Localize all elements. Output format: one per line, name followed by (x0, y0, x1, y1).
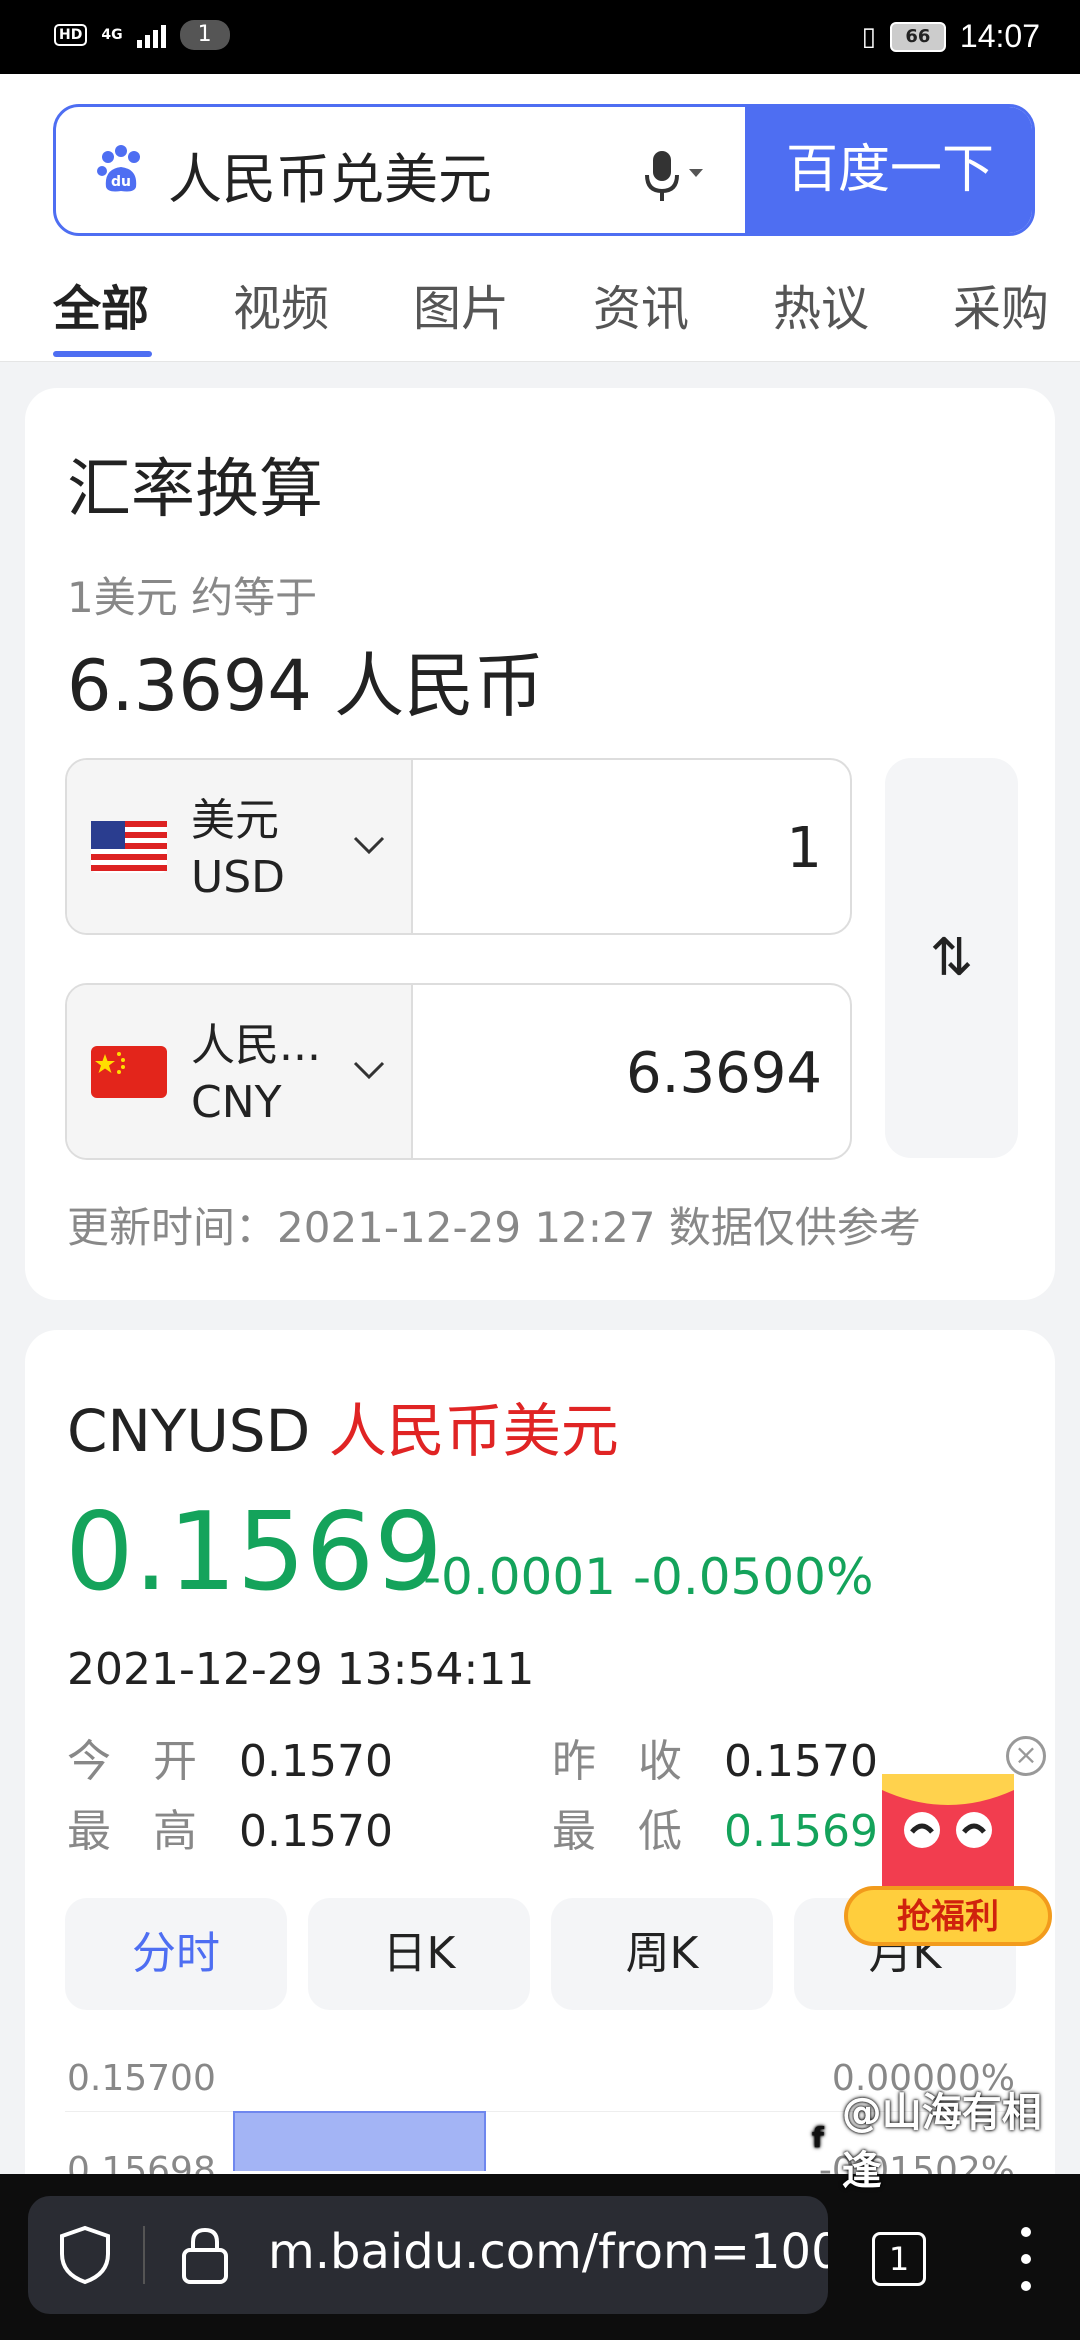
to-currency-name: 人民... (191, 1020, 321, 1071)
tab-purchase[interactable]: 采购 (953, 269, 1049, 339)
tab-video[interactable]: 视频 (233, 269, 329, 339)
stat-label: 最高 (67, 1806, 239, 1857)
currency-converter-card: 汇率换算 1美元 约等于 6.3694 人民币 美元 USD 1 人民... C… (25, 388, 1055, 1300)
converter-rate: 6.3694 人民币 (67, 645, 545, 727)
promo-label: 抢福利 (897, 1897, 999, 1937)
chart-area (233, 2111, 486, 2171)
tab-discussion[interactable]: 热议 (773, 269, 869, 339)
from-amount-input[interactable]: 1 (786, 816, 822, 881)
watermark-text: @山海有相逢 (841, 2090, 1042, 2194)
quote-timestamp: 2021-12-29 13:54:11 (67, 1644, 535, 1695)
from-currency-row: 美元 USD 1 (65, 758, 852, 935)
to-amount-input[interactable]: 6.3694 (626, 1041, 822, 1106)
quote-symbol: CNYUSD (67, 1397, 311, 1465)
stat-label: 昨收 (552, 1736, 724, 1787)
from-currency-select[interactable]: 美元 USD (67, 760, 413, 933)
chevron-down-icon (353, 836, 385, 855)
stat-prev-close: 昨收0.1570 (552, 1725, 878, 1789)
microphone-icon[interactable] (641, 145, 711, 205)
stat-low: 最低0.1569 (552, 1795, 878, 1859)
tab-daily-k[interactable]: 日K (308, 1898, 530, 2010)
vibrate-icon: ▯ (861, 21, 876, 52)
network-type: 4G (101, 27, 123, 43)
quote-price: 0.1569 (65, 1490, 443, 1615)
divider (0, 361, 1080, 362)
signal-icon (136, 22, 166, 48)
lock-icon (182, 2227, 228, 2284)
category-tabs: 全部 视频 图片 资讯 热议 采购 (0, 269, 1080, 359)
quote-title: CNYUSD 人民币美元 (67, 1384, 619, 1468)
to-currency-select[interactable]: 人民... CNY (67, 985, 413, 1158)
red-envelope-promo[interactable]: 抢福利 (842, 1770, 1054, 1950)
stat-label: 最低 (552, 1806, 724, 1857)
search-input[interactable]: 人民币兑美元 (168, 135, 492, 214)
tab-switcher-button[interactable]: 1 (872, 2232, 926, 2286)
address-bar[interactable]: m.baidu.com/from=1000 (28, 2196, 828, 2314)
divider (143, 2226, 145, 2284)
tab-images[interactable]: 图片 (413, 269, 509, 339)
more-menu-icon[interactable] (1020, 2224, 1032, 2294)
china-flag-icon (91, 1046, 167, 1098)
hd-voice-icon: HD (54, 24, 88, 46)
quote-change: -0.0001 (423, 1548, 616, 1606)
y-axis-label: 0.15700 (67, 2058, 216, 2099)
stat-open: 今开0.1570 (67, 1725, 393, 1789)
stat-value: 0.1570 (239, 1736, 393, 1787)
status-bar: HD 4G 1 ▯ 66 14:07 (0, 0, 1080, 74)
battery-icon: 66 (889, 21, 946, 52)
search-box[interactable]: du 人民币兑美元 百度一下 (53, 104, 1035, 236)
browser-toolbar: m.baidu.com/from=1000 1 (0, 2174, 1080, 2340)
tab-all[interactable]: 全部 (53, 269, 149, 339)
stat-high: 最高0.1570 (67, 1795, 393, 1859)
tab-weekly-k[interactable]: 周K (551, 1898, 773, 2010)
watermark-logo-icon: f (800, 2120, 836, 2156)
quote-name: 人民币美元 (328, 1397, 619, 1465)
swap-icon: ⇅ (929, 928, 974, 988)
notification-badge: 1 (179, 20, 230, 50)
to-currency-row: 人民... CNY 6.3694 (65, 983, 852, 1160)
active-tab-indicator (53, 351, 152, 357)
swap-currencies-button[interactable]: ⇅ (885, 758, 1018, 1158)
from-currency-code: USD (191, 852, 286, 903)
converter-title: 汇率换算 (67, 453, 323, 527)
url-text[interactable]: m.baidu.com/from=1000 (268, 2224, 828, 2280)
to-currency-code: CNY (191, 1077, 282, 1128)
us-flag-icon (91, 821, 167, 873)
clock: 14:07 (959, 18, 1040, 54)
converter-subtitle: 1美元 约等于 (67, 573, 318, 622)
stat-value: 0.1570 (239, 1806, 393, 1857)
chevron-down-icon (353, 1061, 385, 1080)
search-header: du 人民币兑美元 百度一下 全部 视频 图片 资讯 热议 采购 (0, 74, 1080, 362)
tab-intraday[interactable]: 分时 (65, 1898, 287, 2010)
stat-label: 今开 (67, 1736, 239, 1787)
update-time: 更新时间：2021-12-29 12:27 数据仅供参考 (67, 1203, 921, 1252)
shield-icon[interactable] (56, 2224, 114, 2286)
svg-text:du: du (111, 174, 131, 190)
watermark: f @山海有相逢 (800, 2080, 1080, 2196)
baidu-paw-icon: du (97, 145, 140, 192)
search-button[interactable]: 百度一下 (745, 107, 1032, 233)
quote-change-percent: -0.0500% (633, 1548, 874, 1606)
tab-news[interactable]: 资讯 (593, 269, 689, 339)
from-currency-name: 美元 (191, 795, 279, 846)
